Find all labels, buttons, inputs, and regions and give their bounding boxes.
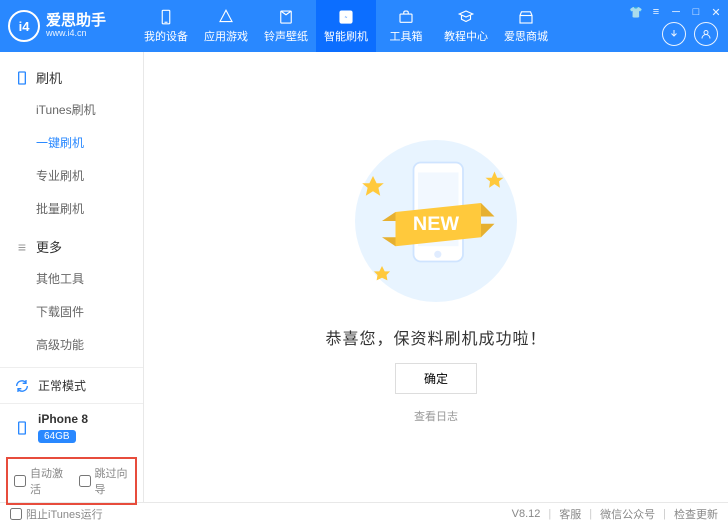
logo-area: i4 爱思助手 www.i4.cn: [8, 10, 136, 42]
device-icon: [14, 70, 30, 86]
update-link[interactable]: 检查更新: [674, 506, 718, 522]
view-log-link[interactable]: 查看日志: [414, 408, 458, 424]
storage-badge: 64GB: [38, 430, 76, 443]
tab-tutorial[interactable]: 教程中心: [436, 0, 496, 52]
mall-icon: [517, 8, 535, 26]
app-header: i4 爱思助手 www.i4.cn 我的设备 应用游戏 铃声壁纸 智能刷机 工具…: [0, 0, 728, 52]
refresh-icon: [14, 378, 30, 394]
window-controls: 👕 ≡ ─ □ ✕: [628, 4, 724, 20]
success-illustration: NEW: [346, 131, 526, 311]
main-tabs: 我的设备 应用游戏 铃声壁纸 智能刷机 工具箱 教程中心 爱思商城: [136, 0, 556, 52]
tab-apps[interactable]: 应用游戏: [196, 0, 256, 52]
phone-icon: [157, 8, 175, 26]
ringtone-icon: [277, 8, 295, 26]
close-icon[interactable]: ✕: [708, 4, 724, 20]
tutorial-icon: [457, 8, 475, 26]
side-item-itunes-flash[interactable]: iTunes刷机: [0, 93, 143, 126]
skip-wizard-checkbox[interactable]: 跳过向导: [79, 465, 130, 497]
wechat-link[interactable]: 微信公众号: [600, 506, 655, 522]
tab-my-device[interactable]: 我的设备: [136, 0, 196, 52]
brand-text: 爱思助手 www.i4.cn: [46, 13, 106, 39]
tab-mall[interactable]: 爱思商城: [496, 0, 556, 52]
success-message: 恭喜您，保资料刷机成功啦！: [325, 325, 546, 349]
support-link[interactable]: 客服: [559, 506, 581, 522]
side-item-onekey-flash[interactable]: 一键刷机: [0, 126, 143, 159]
phone-small-icon: [14, 420, 30, 436]
sidebar: 刷机 iTunes刷机 一键刷机 专业刷机 批量刷机 ≡ 更多 其他工具 下载固…: [0, 52, 144, 502]
shirt-icon[interactable]: 👕: [628, 4, 644, 20]
more-icon: ≡: [14, 239, 30, 255]
side-item-download-firmware[interactable]: 下载固件: [0, 295, 143, 328]
block-itunes-checkbox[interactable]: 阻止iTunes运行: [10, 506, 103, 522]
logo-icon: i4: [8, 10, 40, 42]
maximize-icon[interactable]: □: [688, 4, 704, 20]
svg-text:NEW: NEW: [413, 213, 459, 235]
auto-activate-checkbox[interactable]: 自动激活: [14, 465, 65, 497]
flash-icon: [337, 8, 355, 26]
side-head-more[interactable]: ≡ 更多: [0, 231, 143, 262]
menu-icon[interactable]: ≡: [648, 4, 664, 20]
mode-block[interactable]: 正常模式: [0, 367, 143, 403]
side-item-pro-flash[interactable]: 专业刷机: [0, 159, 143, 192]
confirm-button[interactable]: 确定: [395, 363, 477, 394]
download-icon[interactable]: [662, 22, 686, 46]
apps-icon: [217, 8, 235, 26]
tab-smart-flash[interactable]: 智能刷机: [316, 0, 376, 52]
side-item-batch-flash[interactable]: 批量刷机: [0, 192, 143, 225]
side-item-other-tools[interactable]: 其他工具: [0, 262, 143, 295]
user-icon[interactable]: [694, 22, 718, 46]
device-block[interactable]: iPhone 8 64GB: [0, 403, 143, 453]
tab-ringtone[interactable]: 铃声壁纸: [256, 0, 316, 52]
content-area: NEW 恭喜您，保资料刷机成功啦！ 确定 查看日志: [144, 52, 728, 502]
brand-name-zh: 爱思助手: [46, 13, 106, 30]
tab-toolbox[interactable]: 工具箱: [376, 0, 436, 52]
options-highlight: 自动激活 跳过向导: [6, 457, 137, 505]
side-item-advanced[interactable]: 高级功能: [0, 328, 143, 361]
side-head-flash[interactable]: 刷机: [0, 62, 143, 93]
minimize-icon[interactable]: ─: [668, 4, 684, 20]
footer: 阻止iTunes运行 V8.12 | 客服 | 微信公众号 | 检查更新: [0, 502, 728, 524]
brand-name-en: www.i4.cn: [46, 29, 106, 39]
device-name: iPhone 8: [38, 412, 88, 426]
version-label: V8.12: [512, 508, 541, 520]
toolbox-icon: [397, 8, 415, 26]
